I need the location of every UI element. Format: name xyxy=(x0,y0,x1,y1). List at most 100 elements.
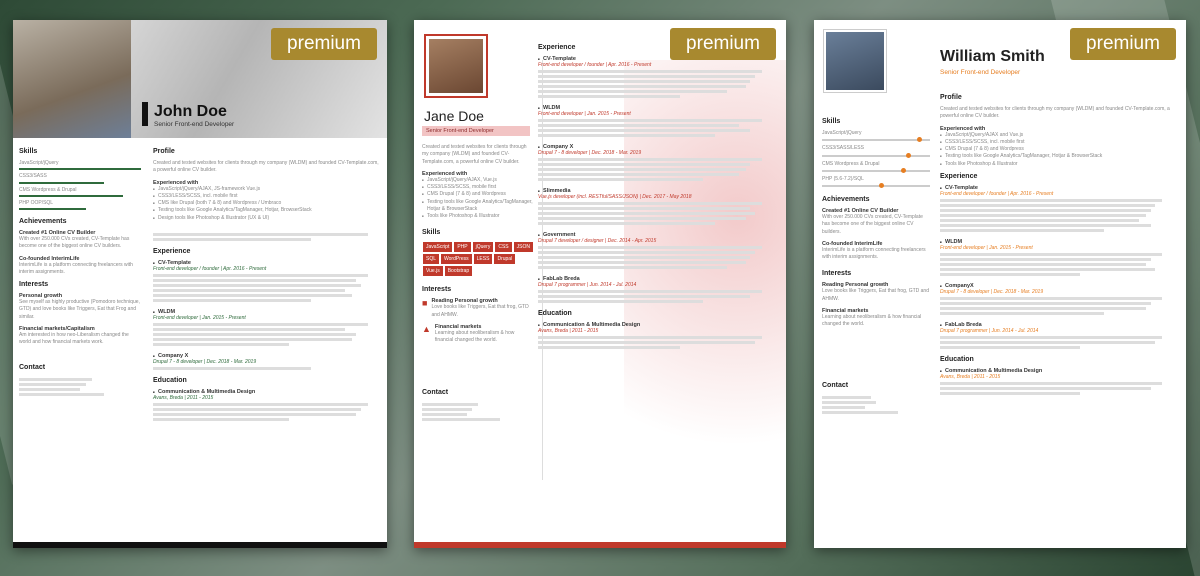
skill-label: JavaScript/jQuery xyxy=(822,130,862,136)
interest-text: See myself as highly productive (Pomodor… xyxy=(19,299,140,320)
education-meta: Avans, Breda | 2011 - 2015 xyxy=(153,394,214,401)
achievement-text: InterimLife is a platform connecting fre… xyxy=(19,261,133,275)
section-title: Contact xyxy=(19,364,46,372)
profile-text: Created and tested websites for clients … xyxy=(422,144,527,165)
skill-tag: WordPress xyxy=(441,254,472,265)
skill-tag: Vue.js xyxy=(423,266,443,277)
experienced-item: CMS Drupal (7 & 8) and Wordpress xyxy=(940,146,1174,153)
interest-text: Learning about neoliberalism & how finan… xyxy=(434,329,515,343)
section-title: Skills xyxy=(422,229,441,237)
job-meta: Drupal 7 - 8 developer | Dec. 2018 - Mar… xyxy=(940,288,1044,295)
resume-name: John Doe xyxy=(154,103,227,120)
skill-slider-knob xyxy=(878,183,884,188)
skill-tag: CSS xyxy=(495,242,512,253)
skill-tag: Bootstrap xyxy=(444,266,473,277)
section-title: Education xyxy=(538,310,572,317)
profile-photo xyxy=(426,36,486,96)
skill-tags: JavaScript PHP jQuery CSS JSON SQL WordPress LE… xyxy=(422,241,534,277)
education-meta: Avans, Breda | 2011 - 2015 xyxy=(538,328,599,334)
achievement-text: With over 250.000 CVs created, CV-Templa… xyxy=(19,236,130,250)
job-company: WLDM xyxy=(940,239,1174,245)
job-company: Government xyxy=(538,232,774,238)
skill-bar xyxy=(19,194,123,197)
footer-bar xyxy=(414,542,786,548)
experienced-item: Testing tools like Google Analytics/TagM… xyxy=(153,207,379,214)
left-column: Skills JavaScript/jQuery CSS3/SASS CMS W… xyxy=(19,148,141,398)
job-meta: Drupal 7 - 8 developer | Dec. 2018 - Mar… xyxy=(153,358,257,365)
skill-label: CSS3/SASS xyxy=(19,173,47,180)
job-company: CV-Template xyxy=(153,260,379,266)
right-column: Profile Created and tested websites for … xyxy=(940,94,1174,397)
section-title: Experience xyxy=(153,247,191,255)
profile-photo xyxy=(13,20,131,138)
job-meta: Drupal 7 developer / designer | Dec. 201… xyxy=(538,238,657,244)
book-icon: ■ xyxy=(422,298,428,309)
resume-template-john-doe[interactable]: premium John Doe Senior Front-end Develo… xyxy=(13,20,387,548)
section-title: Contact xyxy=(422,389,449,397)
job-company: Company X xyxy=(538,144,774,150)
skill-bar xyxy=(19,181,105,184)
job-company: CompanyX xyxy=(940,283,1174,289)
premium-badge: premium xyxy=(271,28,377,60)
skill-tag: JSON xyxy=(513,242,533,253)
profile-text: Created and tested websites for clients … xyxy=(940,106,1170,120)
section-title: Interests xyxy=(422,286,452,294)
skill-bar xyxy=(19,168,141,171)
job-meta: Front-end developer / founder | Apr. 201… xyxy=(538,62,652,68)
job-meta: Drupal 7 programmer | Jun. 2014 - Jul. 2… xyxy=(538,282,637,288)
skill-label: PHP OOP/SQL xyxy=(19,199,54,206)
education-meta: Avans, Breda | 2011 - 2015 xyxy=(940,373,1001,380)
section-title: Skills xyxy=(822,118,841,125)
skill-label: CSS3/SASS/LESS xyxy=(822,145,864,152)
skill-label: CMS Wordpress & Drupal xyxy=(822,160,880,167)
premium-badge: premium xyxy=(670,28,776,60)
section-title: Achievements xyxy=(19,218,67,225)
job-company: FabLab Breda xyxy=(538,276,774,282)
resume-template-jane-doe[interactable]: premium Jane Doe Senior Front-end Develo… xyxy=(414,20,786,548)
achievement-text: InterimLife is a platform connecting fre… xyxy=(822,246,926,260)
job-meta: Front-end developer / founder | Apr. 201… xyxy=(153,265,267,272)
left-column: Skills JavaScript/jQuery CSS3/SASS/LESS … xyxy=(822,118,930,416)
experienced-item: Testing tools like Google Analytics/TagM… xyxy=(940,153,1174,160)
skill-tag: SQL xyxy=(423,254,440,265)
skill-slider xyxy=(822,183,930,188)
job-meta: Front-end developer | Jan. 2015 - Presen… xyxy=(153,314,246,321)
skill-slider xyxy=(822,167,930,173)
section-title: Achievements xyxy=(822,196,870,203)
resume-role: Senior Front-end Developer xyxy=(154,121,235,128)
job-meta: Front-end developer / founder | Apr. 201… xyxy=(940,190,1054,197)
resume-template-william-smith[interactable]: premium William Smith Senior Front-end D… xyxy=(814,20,1186,548)
interest-text: Love books like Triggers, Eat that frog,… xyxy=(822,288,929,302)
job-company: Company X xyxy=(153,353,379,359)
skill-slider xyxy=(822,152,930,158)
footer-bar xyxy=(13,542,387,548)
section-title: Experience xyxy=(940,172,978,180)
job-meta: Drupal 7 - 8 developer | Dec. 2018 - Mar… xyxy=(538,150,642,156)
experienced-item: JavaScript/jQuery/AJAX and Vue.js xyxy=(940,132,1174,139)
experienced-item: CSS3/LESS/SCSS, incl. mobile first xyxy=(940,139,1174,146)
experienced-item: JavaScript/jQuery/AJAX, Vue.js xyxy=(422,177,534,184)
experienced-item: Tools like Photoshop & Illustrator xyxy=(940,161,1174,168)
experienced-item: Design tools like Photoshop & Illustrato… xyxy=(153,215,379,222)
premium-badge: premium xyxy=(1070,28,1176,60)
resume-role: Senior Front-end Developer xyxy=(940,69,1021,76)
section-title: Education xyxy=(153,376,187,384)
skill-label: PHP (5.6-7.2)/SQL xyxy=(822,175,864,182)
resume-name: William Smith xyxy=(940,48,1045,65)
section-title: Education xyxy=(940,355,974,363)
job-meta: Front-end developer | Jan. 2015 - Presen… xyxy=(940,244,1033,251)
experienced-item: Testing tools like Google Analytics/TagM… xyxy=(422,199,534,214)
chart-icon: ▲ xyxy=(422,323,431,334)
job-company: WLDM xyxy=(153,309,379,315)
section-title: Contact xyxy=(822,382,849,390)
skill-label: JavaScript/jQuery xyxy=(19,160,59,166)
skill-tag: Drupal xyxy=(494,254,516,265)
skill-bar xyxy=(19,208,87,210)
resume-name: Jane Doe xyxy=(424,108,484,124)
experienced-item: CSS3/LESS/SCSS, incl. mobile first xyxy=(153,193,379,200)
section-title: Interests xyxy=(822,270,852,278)
right-column: Experience CV-Template Front-end develop… xyxy=(538,44,774,351)
resume-role: Senior Front-end Developer xyxy=(422,126,530,136)
section-title: Profile xyxy=(153,148,175,155)
skill-slider-knob xyxy=(916,137,922,143)
